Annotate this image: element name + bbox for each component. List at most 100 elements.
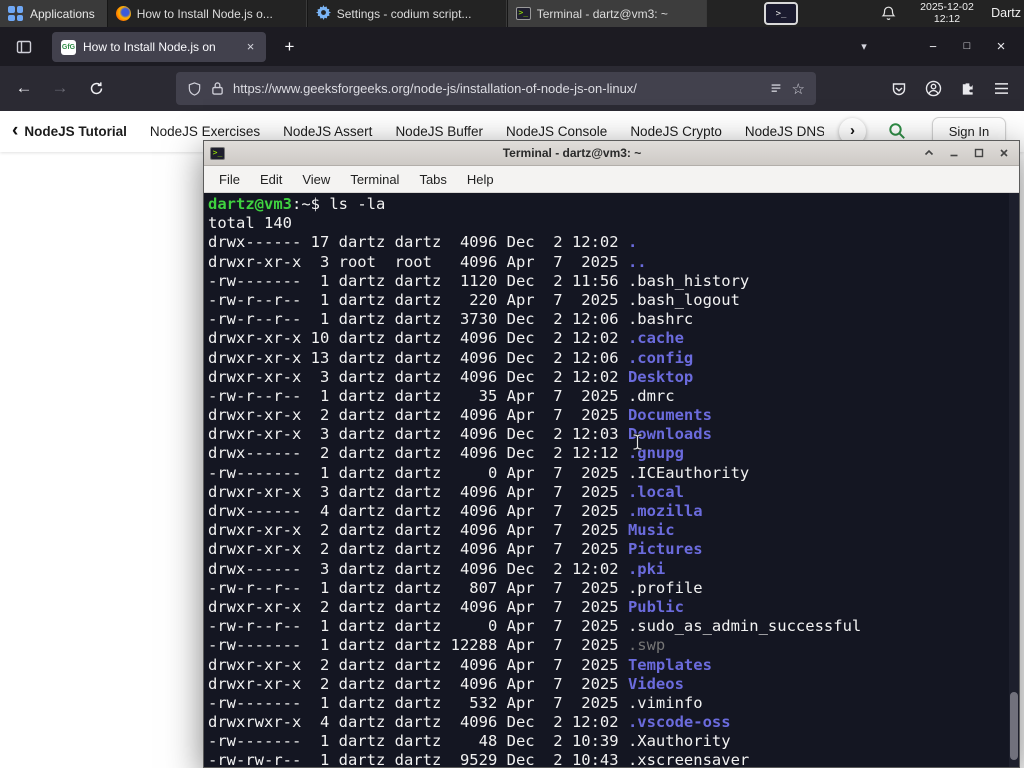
- nav-link-nodejs-assert[interactable]: NodeJS Assert: [283, 124, 372, 139]
- browser-toolbar: ← → https://www.geeksforgeeks.org/node-j…: [0, 66, 1024, 111]
- url-text: https://www.geeksforgeeks.org/node-js/in…: [233, 81, 637, 96]
- terminal-scrollbar[interactable]: [1009, 193, 1019, 767]
- bookmark-star-icon[interactable]: ☆: [792, 80, 805, 98]
- menu-terminal[interactable]: Terminal: [340, 172, 409, 187]
- terminal-menubar: File Edit View Terminal Tabs Help: [204, 166, 1019, 193]
- nav-scroll-left-chevron-icon[interactable]: ‹: [10, 120, 24, 144]
- taskbar-item-terminal[interactable]: >_ Terminal - dartz@vm3: ~: [506, 0, 707, 27]
- terminal-window-icon: >_: [210, 146, 225, 160]
- terminal-line: -rw------- 1 dartz dartz 12288 Apr 7 202…: [208, 636, 666, 655]
- back-button[interactable]: ←: [8, 72, 40, 104]
- terminal-titlebar[interactable]: >_ Terminal - dartz@vm3: ~: [204, 141, 1019, 166]
- window-close-button[interactable]: ×: [986, 32, 1016, 61]
- extensions-button[interactable]: [950, 72, 984, 105]
- taskbar-item-browser[interactable]: How to Install Node.js o...: [106, 0, 307, 27]
- nav-link-nodejs-exercises[interactable]: NodeJS Exercises: [150, 124, 260, 139]
- list-all-tabs-button[interactable]: ▾: [852, 36, 876, 58]
- terminal-line: -rw------- 1 dartz dartz 48 Dec 2 10:39 …: [208, 732, 731, 751]
- terminal-line: drwxr-xr-x 3 dartz dartz 4096 Apr 7 2025…: [208, 482, 684, 501]
- clock-date: 2025-12-02: [920, 1, 974, 13]
- tracking-shield-icon[interactable]: [187, 81, 202, 97]
- terminal-minimize-button[interactable]: [944, 144, 963, 163]
- account-icon: [925, 80, 941, 97]
- tray-terminal-glyph: >_: [775, 8, 787, 19]
- terminal-line: -rw-r--r-- 1 dartz dartz 3730 Dec 2 12:0…: [208, 310, 694, 329]
- terminal-line: total 140: [208, 214, 292, 233]
- terminal-line: dartz@vm3:~$ ls -la: [208, 195, 386, 213]
- terminal-line: drwx------ 3 dartz dartz 4096 Dec 2 12:0…: [208, 559, 666, 578]
- terminal-line: drwxrwxr-x 4 dartz dartz 4096 Dec 2 12:0…: [208, 713, 731, 732]
- nav-link-nodejs-tutorial[interactable]: NodeJS Tutorial: [24, 124, 127, 139]
- terminal-line: -rw------- 1 dartz dartz 1120 Dec 2 11:5…: [208, 271, 750, 290]
- terminal-body[interactable]: dartz@vm3:~$ ls -la total 140 drwx------ 1…: [204, 193, 1019, 767]
- applications-grid-icon: [8, 6, 23, 21]
- geeksforgeeks-favicon: GfG: [61, 39, 76, 55]
- reader-mode-icon[interactable]: [769, 82, 783, 96]
- terminal-line: -rw-rw-r-- 1 dartz dartz 9529 Dec 2 10:4…: [208, 751, 750, 767]
- menu-tabs[interactable]: Tabs: [409, 172, 456, 187]
- terminal-scrollbar-thumb[interactable]: [1010, 692, 1018, 760]
- terminal-window: >_ Terminal - dartz@vm3: ~ File Edit Vie…: [203, 140, 1020, 768]
- applications-menu-button[interactable]: Applications: [0, 0, 107, 27]
- nav-link-nodejs-crypto[interactable]: NodeJS Crypto: [630, 124, 722, 139]
- window-maximize-button[interactable]: □: [952, 32, 982, 61]
- nav-link-nodejs-buffer[interactable]: NodeJS Buffer: [395, 124, 483, 139]
- pocket-save-button[interactable]: [882, 72, 916, 105]
- applications-menu-label: Applications: [30, 6, 95, 21]
- terminal-line: drwx------ 2 dartz dartz 4096 Dec 2 12:1…: [208, 444, 684, 463]
- lock-icon[interactable]: [211, 81, 224, 96]
- browser-tab-active[interactable]: GfG How to Install Node.js on ×: [52, 32, 266, 62]
- clock-time: 12:12: [933, 12, 961, 25]
- terminal-line: drwxr-xr-x 3 dartz dartz 4096 Dec 2 12:0…: [208, 425, 712, 444]
- terminal-line: drwx------ 17 dartz dartz 4096 Dec 2 12:…: [208, 233, 638, 252]
- terminal-line: -rw-r--r-- 1 dartz dartz 0 Apr 7 2025 .s…: [208, 617, 862, 636]
- hamburger-icon: [994, 83, 1008, 94]
- menu-file[interactable]: File: [209, 172, 250, 187]
- terminal-output: dartz@vm3:~$ ls -la total 140 drwx------ 1…: [208, 195, 1019, 767]
- terminal-line: drwxr-xr-x 13 dartz dartz 4096 Dec 2 12:…: [208, 348, 694, 367]
- taskbar-item-label: Settings - codium script...: [336, 6, 472, 21]
- terminal-line: drwxr-xr-x 3 dartz dartz 4096 Dec 2 12:0…: [208, 367, 694, 386]
- firefox-view-icon: [16, 40, 32, 54]
- menu-edit[interactable]: Edit: [250, 172, 292, 187]
- terminal-maximize-button[interactable]: [969, 144, 988, 163]
- terminal-line: drwx------ 4 dartz dartz 4096 Apr 7 2025…: [208, 502, 703, 520]
- nav-link-nodejs-console[interactable]: NodeJS Console: [506, 124, 607, 139]
- terminal-line: drwxr-xr-x 2 dartz dartz 4096 Apr 7 2025…: [208, 540, 703, 559]
- terminal-shade-button[interactable]: [919, 144, 938, 163]
- tab-title: How to Install Node.js on: [83, 40, 216, 54]
- account-button[interactable]: [916, 72, 950, 105]
- terminal-line: -rw-r--r-- 1 dartz dartz 807 Apr 7 2025 …: [208, 578, 703, 597]
- new-tab-button[interactable]: +: [277, 35, 302, 60]
- forward-button[interactable]: →: [44, 72, 76, 104]
- menu-view[interactable]: View: [292, 172, 340, 187]
- terminal-line: -rw------- 1 dartz dartz 532 Apr 7 2025 …: [208, 693, 703, 712]
- panel-clock[interactable]: 2025-12-02 12:12: [914, 1, 980, 25]
- menu-button[interactable]: [984, 72, 1018, 105]
- nav-link-nodejs-dns[interactable]: NodeJS DNS: [745, 124, 824, 139]
- browser-tab-bar: GfG How to Install Node.js on × + ▾ − □ …: [0, 27, 1024, 66]
- terminal-line: drwxr-xr-x 3 root root 4096 Apr 7 2025 .…: [208, 252, 647, 271]
- terminal-line: -rw-r--r-- 1 dartz dartz 35 Apr 7 2025 .…: [208, 386, 675, 405]
- reload-button[interactable]: [80, 72, 112, 104]
- tab-close-button[interactable]: ×: [241, 38, 260, 57]
- settings-gear-icon: [315, 4, 331, 23]
- window-minimize-button[interactable]: −: [918, 32, 948, 61]
- terminal-close-button[interactable]: [994, 144, 1013, 163]
- tray-terminal-icon[interactable]: >_: [764, 2, 798, 25]
- site-nav-links: NodeJS Tutorial NodeJS Exercises NodeJS …: [24, 124, 824, 139]
- desktop-panel: Applications How to Install Node.js o...…: [0, 0, 1024, 27]
- notification-bell-icon[interactable]: [881, 5, 896, 24]
- terminal-line: drwxr-xr-x 2 dartz dartz 4096 Apr 7 2025…: [208, 597, 684, 616]
- puzzle-icon: [962, 83, 973, 95]
- menu-help[interactable]: Help: [457, 172, 504, 187]
- terminal-line: -rw-r--r-- 1 dartz dartz 220 Apr 7 2025 …: [208, 290, 740, 309]
- url-bar[interactable]: https://www.geeksforgeeks.org/node-js/in…: [176, 72, 816, 105]
- firefox-view-button[interactable]: [11, 34, 37, 60]
- taskbar-item-label: Terminal - dartz@vm3: ~: [536, 6, 668, 21]
- terminal-line: drwxr-xr-x 2 dartz dartz 4096 Apr 7 2025…: [208, 655, 712, 674]
- username-label: Dartz: [991, 6, 1021, 20]
- terminal-icon: >_: [515, 7, 531, 20]
- terminal-title: Terminal - dartz@vm3: ~: [502, 146, 642, 160]
- taskbar-item-settings[interactable]: Settings - codium script...: [306, 0, 507, 27]
